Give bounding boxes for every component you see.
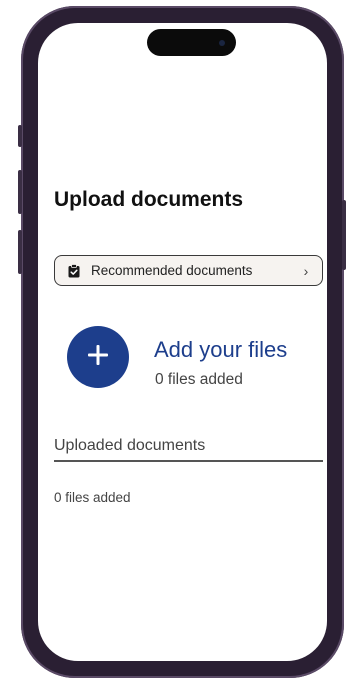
- add-files-title[interactable]: Add your files: [154, 337, 287, 363]
- clipboard-check-icon: [67, 263, 81, 278]
- recommended-documents-label: Recommended documents: [91, 263, 253, 278]
- chevron-right-icon: ›: [303, 262, 309, 279]
- side-button-action: [18, 125, 22, 147]
- dynamic-island: [147, 29, 236, 56]
- add-files-count: 0 files added: [155, 371, 243, 388]
- uploaded-documents-heading: Uploaded documents: [54, 437, 206, 454]
- recommended-documents-button[interactable]: Recommended documents ›: [54, 255, 323, 286]
- phone-screen: Upload documents Recommended documents ›…: [38, 23, 327, 661]
- add-files-button[interactable]: [67, 326, 129, 388]
- phone-frame: Upload documents Recommended documents ›…: [21, 6, 344, 678]
- front-camera-icon: [219, 40, 225, 46]
- side-button-power: [342, 200, 346, 270]
- plus-icon: [87, 344, 109, 371]
- side-button-volume-up: [18, 170, 22, 214]
- uploaded-documents-count: 0 files added: [54, 490, 131, 505]
- section-divider: [54, 460, 323, 462]
- page-title: Upload documents: [54, 188, 244, 211]
- side-button-volume-down: [18, 230, 22, 274]
